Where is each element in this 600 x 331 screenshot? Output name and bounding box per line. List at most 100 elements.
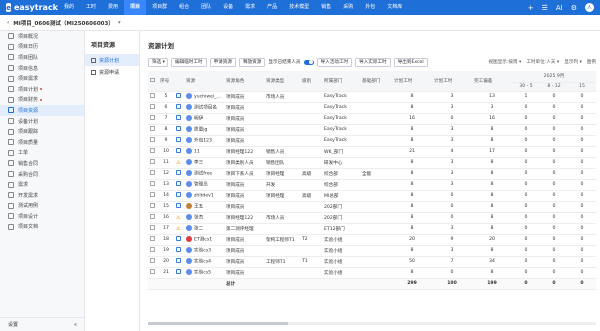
week-cell[interactable]: 0 <box>568 256 597 268</box>
week-cell[interactable]: 0 <box>512 102 540 114</box>
row-checkbox[interactable] <box>150 214 155 219</box>
week-cell[interactable]: 0 <box>512 190 540 202</box>
resource-cell[interactable]: 测试项目名 <box>184 102 224 114</box>
show-ended-toggle[interactable] <box>303 59 314 65</box>
week-cell[interactable]: 1 <box>512 91 540 103</box>
hour-unit-select[interactable]: 工时单位:人天 ▾ <box>526 59 559 65</box>
week-cell[interactable]: 0 <box>568 212 597 224</box>
resource-cell[interactable]: 实验cs3 <box>184 245 224 257</box>
week-cell[interactable]: 0 <box>512 113 540 125</box>
table-row[interactable]: 9 外包123 项目成员 EasyTrack 8 3 8 0 0 0 <box>148 135 597 147</box>
nav-item[interactable]: 技术模型 <box>283 0 315 15</box>
week-cell[interactable]: 0 <box>512 245 540 257</box>
table-row[interactable]: 21 实验cs5 项目成员 实验小组 8 0 8 0 0 0 <box>148 267 597 279</box>
table-row[interactable]: 8 质量jg 项目成员 EasyTrack 8 3 8 0 0 0 <box>148 124 597 136</box>
nav-item[interactable]: 工时 <box>80 0 102 15</box>
sidebar-item[interactable]: 项目跟踪 <box>0 126 84 137</box>
week-cell[interactable]: 0 <box>568 245 597 257</box>
apply-resource-button[interactable]: 申请资源 <box>209 57 236 67</box>
week-cell[interactable]: 0 <box>540 168 568 180</box>
resource-cell[interactable]: 管理员 <box>184 179 224 191</box>
row-checkbox[interactable] <box>150 236 155 241</box>
table-row[interactable]: 17 ⚠ 张二 第二测评经理 ET12部门 8 3 8 0 0 0 <box>148 223 597 235</box>
resource-cell[interactable]: 王五 <box>184 201 224 213</box>
week-cell[interactable]: 0 <box>512 179 540 191</box>
sidebar-item[interactable]: 需求 <box>0 179 84 190</box>
view-mode-select[interactable]: 视图显示:按周 ▾ <box>488 59 521 65</box>
settings-link[interactable]: 设置 <box>8 321 18 328</box>
week-cell[interactable]: 0 <box>568 234 597 246</box>
nav-item[interactable]: 需求 <box>239 0 261 15</box>
nav-item[interactable]: 团队 <box>195 0 217 15</box>
week-cell[interactable]: 0 <box>568 190 597 202</box>
table-row[interactable]: 13 管理员 项目成员 开发 综合部 8 3 8 0 0 0 <box>148 179 597 191</box>
week-cell[interactable]: 0 <box>540 267 568 279</box>
collapse-icon[interactable]: « <box>74 322 77 328</box>
edit-temp-hours-button[interactable]: 编辑临时工时 <box>171 57 207 67</box>
row-checkbox[interactable] <box>150 159 155 164</box>
resource-cell[interactable]: 外包123 <box>184 135 224 147</box>
back-arrow-icon[interactable]: ‹ <box>7 20 9 26</box>
horizontal-scrollbar[interactable] <box>148 322 596 325</box>
week-cell[interactable]: 0 <box>568 91 597 103</box>
menu-icon[interactable]: ☰ <box>542 4 548 12</box>
sidebar-item[interactable]: 项目信息 <box>0 63 84 74</box>
sidebar-item[interactable]: 项目团队 <box>0 52 84 63</box>
col-header-deviation[interactable]: 完工偏差 <box>472 71 512 92</box>
table-row[interactable]: 12 测试free 项目下系人员 项目经理 高级 综合部 全能 8 3 8 0 0 0 <box>148 168 597 180</box>
resource-cell[interactable]: yuchiwei_t... <box>184 91 224 103</box>
nav-item[interactable]: 文档库 <box>381 0 408 15</box>
nav-item[interactable]: 项目群 <box>146 0 173 15</box>
row-checkbox[interactable] <box>150 225 155 230</box>
nav-item[interactable]: 销售 <box>315 0 337 15</box>
col-header-role[interactable]: 资源角色 <box>224 71 264 92</box>
row-checkbox[interactable] <box>150 104 155 109</box>
resource-cell[interactable]: ET测cs1 <box>184 234 224 246</box>
app-logo[interactable]: e easytrack <box>0 3 58 12</box>
sidebar-item[interactable]: 项目文档 <box>0 222 84 233</box>
table-row[interactable]: 14 zhltdev1 项目成员 项目经理 高级 MI总部 8 0 8 0 0 0 <box>148 190 597 202</box>
col-header-resource[interactable]: 资源 <box>184 71 224 92</box>
resource-cell[interactable]: 明伊 <box>184 113 224 125</box>
nav-item[interactable]: 采购 <box>337 0 359 15</box>
col-header-dept[interactable]: 所属部门 <box>322 71 360 92</box>
week-cell[interactable]: 0 <box>540 201 568 213</box>
resource-cell[interactable]: 测试free <box>184 168 224 180</box>
row-checkbox[interactable] <box>150 148 155 153</box>
week-cell[interactable]: 0 <box>540 102 568 114</box>
week-cell[interactable]: 0 <box>512 212 540 224</box>
row-checkbox[interactable] <box>150 115 155 120</box>
import-activity-hours-button[interactable]: 导入活动工时 <box>316 57 353 67</box>
resource-cell[interactable]: 质量jg <box>184 124 224 136</box>
nav-item[interactable]: 外包 <box>359 0 381 15</box>
week-cell[interactable]: 0 <box>512 201 540 213</box>
week-cell[interactable]: 0 <box>568 157 597 169</box>
week-cell[interactable]: 0 <box>568 223 597 235</box>
week-cell[interactable]: 0 <box>540 91 568 103</box>
nav-item[interactable]: 组合 <box>173 0 195 15</box>
week-cell[interactable]: 0 <box>512 223 540 235</box>
sidebar-item[interactable]: 项目资源 <box>0 105 84 116</box>
week-cell[interactable]: 0 <box>540 234 568 246</box>
week-cell[interactable]: 0 <box>540 179 568 191</box>
row-checkbox[interactable] <box>150 203 155 208</box>
table-row[interactable]: 18 ET测cs1 项目成员 架构工程师T1 T2 实验小组 20 9 20 0 0 0 <box>148 234 597 246</box>
sidebar-item[interactable]: 项目概况 <box>0 31 84 42</box>
week-cell[interactable]: 0 <box>512 146 540 158</box>
row-checkbox[interactable] <box>150 126 155 131</box>
nav-item[interactable]: 产品 <box>261 0 283 15</box>
week-cell[interactable]: 0 <box>540 146 568 158</box>
columns-select[interactable]: 显示列 ▾ <box>564 59 582 65</box>
row-checkbox[interactable] <box>150 258 155 263</box>
table-row[interactable]: 11 ⚠ 李三 项目类别人员 销售团队 研发中心 8 3 8 0 0 0 <box>148 157 597 169</box>
col-header-level[interactable]: 级别 <box>300 71 322 92</box>
week-cell[interactable]: 0 <box>540 223 568 235</box>
chevron-down-icon[interactable]: ▾ <box>118 20 121 26</box>
sidebar-item[interactable]: 工单 <box>0 148 84 159</box>
week-cell[interactable]: 0 <box>540 190 568 202</box>
table-row[interactable]: 15 王五 项目成员 202部门 8 0 8 0 0 0 <box>148 201 597 213</box>
week-cell[interactable]: 0 <box>540 212 568 224</box>
col-header-no[interactable]: 序号 <box>158 71 174 92</box>
sidebar-item[interactable]: 项目质量 <box>0 137 84 148</box>
week-cell[interactable]: 0 <box>540 157 568 169</box>
